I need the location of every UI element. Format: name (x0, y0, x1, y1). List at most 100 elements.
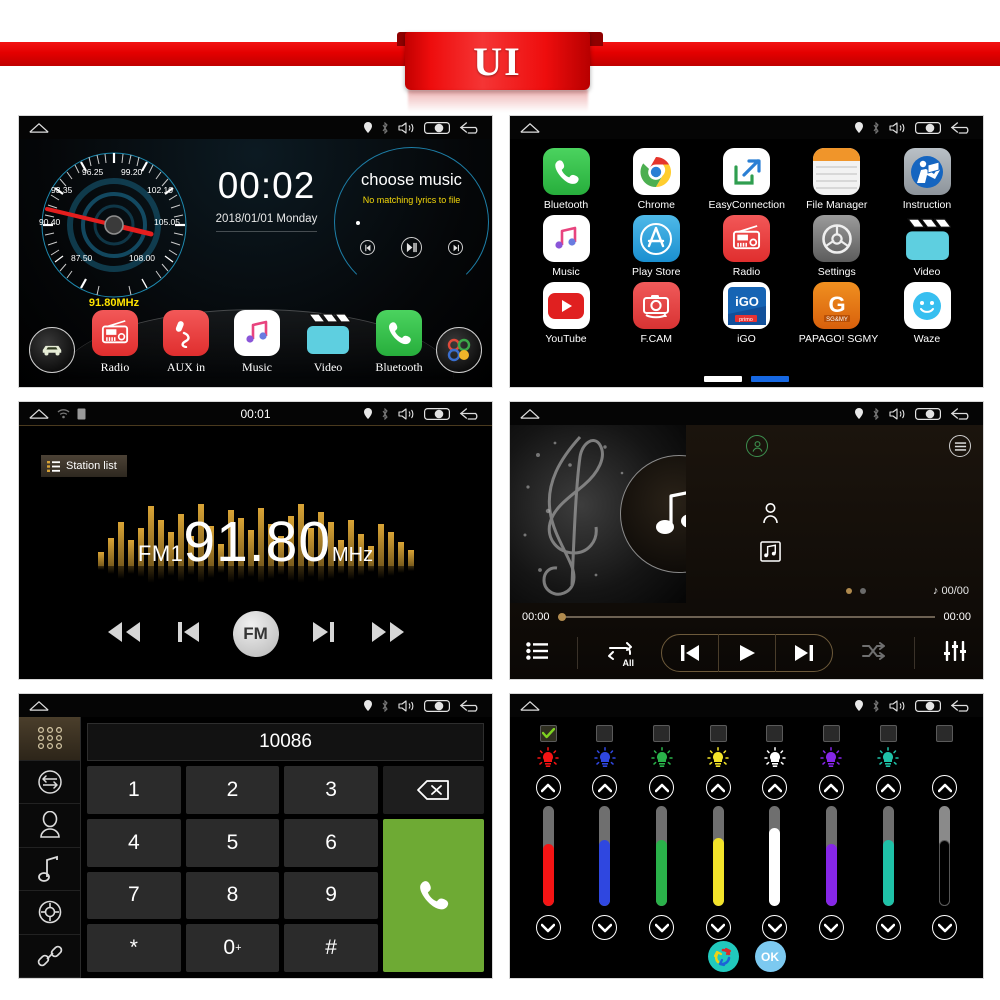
volume-icon[interactable] (889, 121, 906, 134)
page-indicator[interactable] (510, 376, 983, 382)
app-chrome[interactable]: Chrome (618, 148, 694, 211)
chevron-up-icon[interactable] (535, 775, 561, 800)
sidebar-item-call-history[interactable] (19, 761, 80, 804)
volume-icon[interactable] (398, 699, 415, 712)
back-arrow-icon[interactable] (950, 699, 974, 712)
repeat-all-icon[interactable]: All (606, 641, 634, 668)
led-brightness-slider[interactable] (769, 806, 781, 906)
volume-icon[interactable] (398, 121, 415, 134)
led-channel-checkbox[interactable] (822, 725, 840, 742)
led-channel-checkbox[interactable] (709, 725, 727, 742)
dial-key-5[interactable]: 5 (185, 818, 280, 867)
fm-gauge[interactable]: 87.50 90.40 93.35 96.25 99.20 102.10 105… (29, 145, 199, 315)
chevron-up-icon[interactable] (649, 775, 675, 800)
dial-key-7[interactable]: 7 (87, 871, 181, 920)
seek-track[interactable] (557, 613, 936, 621)
backspace-button[interactable] (382, 766, 484, 814)
led-brightness-slider[interactable] (825, 806, 837, 906)
led-brightness-slider[interactable] (542, 806, 554, 906)
led-brightness-slider[interactable] (599, 806, 611, 906)
led-channel-checkbox[interactable] (936, 725, 954, 742)
led-brightness-slider[interactable] (656, 806, 668, 906)
dial-key-1[interactable]: 1 (87, 766, 181, 814)
led-channel-checkbox[interactable] (766, 725, 784, 742)
back-arrow-icon[interactable] (950, 407, 974, 420)
play-icon[interactable] (719, 635, 775, 671)
car-info-button[interactable] (29, 327, 75, 373)
app-papago[interactable]: G SG&MY PAPAGO! SGMY (799, 282, 878, 345)
chevron-up-icon[interactable] (875, 775, 901, 800)
person-circle-icon[interactable] (746, 435, 768, 457)
page-dot-2[interactable] (751, 376, 789, 382)
volume-icon[interactable] (398, 407, 415, 420)
next-track-icon[interactable] (311, 619, 337, 650)
dial-key-0[interactable]: 0 + (185, 924, 280, 972)
brightness-slider-icon[interactable] (424, 121, 450, 134)
next-track-icon[interactable] (776, 635, 832, 671)
brightness-slider-icon[interactable] (915, 407, 941, 420)
led-channel-checkbox[interactable] (596, 725, 614, 742)
fastforward-icon[interactable] (369, 619, 407, 650)
app-play-store[interactable]: Play Store (618, 215, 694, 278)
dial-key-3[interactable]: 3 (284, 766, 378, 814)
led-channel-checkbox[interactable] (879, 725, 897, 742)
music-page-dot-1[interactable] (846, 588, 852, 594)
led-brightness-slider[interactable] (712, 806, 724, 906)
dial-key-star[interactable]: * (87, 924, 181, 972)
sidebar-item-music[interactable] (19, 848, 80, 891)
band-button[interactable]: FM (232, 611, 279, 657)
home-icon[interactable] (519, 700, 541, 711)
chevron-up-icon[interactable] (818, 775, 844, 800)
prev-icon[interactable] (360, 240, 375, 255)
chevron-down-icon[interactable] (705, 915, 731, 940)
dial-key-9[interactable]: 9 (284, 871, 378, 920)
home-icon[interactable] (519, 408, 541, 419)
chevron-down-icon[interactable] (649, 915, 675, 940)
dock-item-radio[interactable]: Radio (87, 310, 143, 375)
chevron-down-icon[interactable] (592, 915, 618, 940)
equalizer-icon[interactable] (943, 640, 967, 666)
all-apps-button[interactable] (436, 327, 482, 373)
back-arrow-icon[interactable] (459, 699, 483, 712)
brightness-slider-icon[interactable] (915, 121, 941, 134)
music-page-indicator[interactable] (846, 588, 866, 594)
led-brightness-slider[interactable] (939, 806, 951, 906)
call-button[interactable] (382, 818, 484, 972)
seek-knob[interactable] (557, 613, 566, 621)
app-settings[interactable]: Settings (799, 215, 875, 278)
back-arrow-icon[interactable] (459, 121, 483, 134)
chevron-down-icon[interactable] (818, 915, 844, 940)
sidebar-item-settings[interactable] (19, 891, 80, 935)
app-youtube[interactable]: YouTube (528, 282, 604, 345)
dock-item-music[interactable]: Music (229, 310, 285, 375)
chevron-up-icon[interactable] (932, 775, 958, 800)
app-video[interactable]: Video (889, 215, 965, 278)
home-icon[interactable] (519, 122, 541, 133)
volume-icon[interactable] (889, 699, 906, 712)
chevron-up-icon[interactable] (705, 775, 731, 800)
led-channel-checkbox[interactable] (539, 725, 557, 742)
home-icon[interactable] (28, 122, 50, 133)
dial-key-8[interactable]: 8 (185, 871, 280, 920)
app-bluetooth[interactable]: Bluetooth (528, 148, 604, 211)
prev-track-icon[interactable] (175, 619, 201, 650)
back-arrow-icon[interactable] (459, 407, 483, 420)
app-instruction[interactable]: Instruction (889, 148, 965, 211)
dial-key-hash[interactable]: # (284, 924, 378, 972)
dial-key-2[interactable]: 2 (185, 766, 280, 814)
chevron-down-icon[interactable] (535, 915, 561, 940)
brightness-slider-icon[interactable] (915, 699, 941, 712)
prev-track-icon[interactable] (662, 635, 718, 671)
dock-item-aux[interactable]: AUX in (158, 310, 214, 375)
chevron-up-icon[interactable] (592, 775, 618, 800)
page-dot-1[interactable] (704, 376, 742, 382)
chevron-down-icon[interactable] (762, 915, 788, 940)
dialer-number-display[interactable]: 10086 (87, 723, 484, 761)
back-arrow-icon[interactable] (950, 121, 974, 134)
ok-button[interactable]: OK (754, 941, 786, 972)
shuffle-icon[interactable] (861, 641, 885, 665)
music-page-dot-2[interactable] (860, 588, 866, 594)
rewind-icon[interactable] (105, 619, 143, 650)
station-list-button[interactable]: Station list (41, 455, 127, 477)
home-icon[interactable] (28, 408, 50, 419)
